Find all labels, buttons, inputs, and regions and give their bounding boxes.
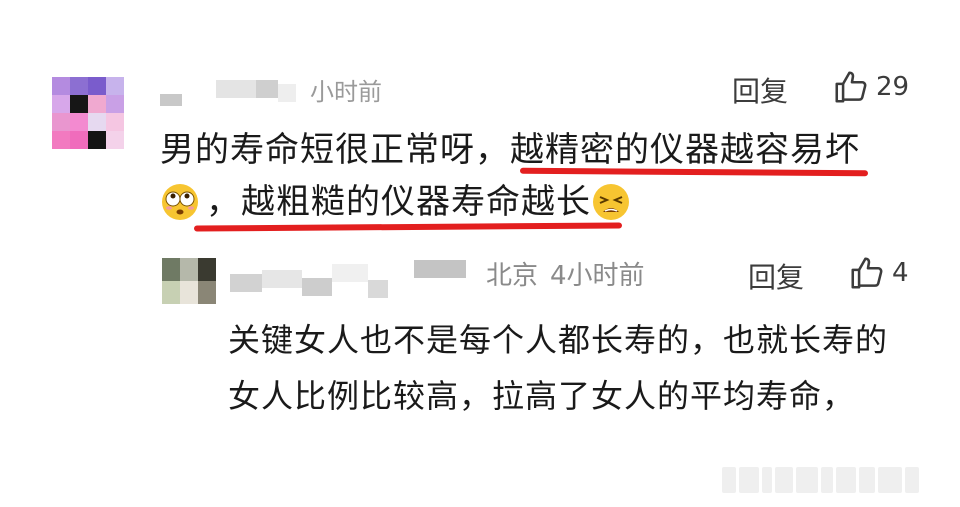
tired-face-emoji-icon <box>593 184 629 220</box>
comment-text-part1: 男的寿命短很正常呀， <box>160 130 510 170</box>
avatar[interactable] <box>52 77 124 149</box>
reply-time: 4小时前 <box>550 261 645 291</box>
reply-like-count: 4 <box>892 258 909 288</box>
thumbs-up-icon <box>851 257 883 289</box>
reply-avatar[interactable] <box>162 258 216 304</box>
like-button[interactable]: 29 <box>832 68 909 106</box>
comment-text-line2: ，越粗糙的仪器寿命越长 <box>160 176 900 228</box>
reply-reply-button[interactable]: 回复 <box>748 256 804 296</box>
reply-button[interactable]: 回复 <box>732 70 788 110</box>
username-blurred[interactable] <box>160 78 300 106</box>
comment-text-highlight1: 越精密的仪器越容易坏 <box>510 130 860 170</box>
reply-username-blurred[interactable] <box>230 260 490 298</box>
reply-like-button[interactable]: 4 <box>848 254 909 292</box>
like-count: 29 <box>876 72 910 102</box>
comment-text-highlight2: 越粗糙的仪器寿命越长 <box>241 182 591 222</box>
comment-comma: ， <box>206 182 241 222</box>
reply-location: 北京 <box>486 261 539 291</box>
reply-meta: 北京 4小时前 <box>486 255 645 292</box>
dizzy-eyes-emoji-icon <box>162 184 198 220</box>
thumbs-up-icon <box>835 71 867 103</box>
reply-text: 关键女人也不是每个人都长寿的，也就长寿的女人比例比较高，拉高了女人的平均寿命， <box>228 321 889 415</box>
watermark <box>722 467 942 493</box>
comment-time: 小时前 <box>310 78 382 106</box>
